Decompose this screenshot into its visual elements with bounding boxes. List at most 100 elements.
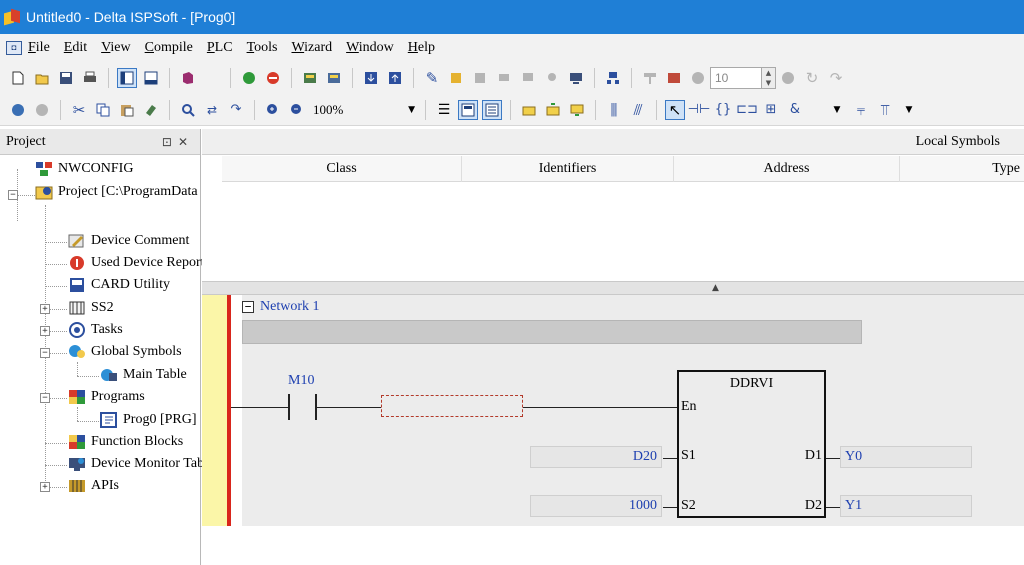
disabled-tool-6[interactable] bbox=[688, 68, 708, 88]
menu-plc[interactable]: PLC bbox=[207, 40, 233, 56]
function-block-button[interactable]: ⊞ bbox=[761, 100, 781, 120]
monitor-device-button[interactable] bbox=[566, 68, 586, 88]
tree-item-prog0[interactable]: Prog0 [PRG] bbox=[100, 410, 197, 430]
select-mode-button[interactable]: ↖ bbox=[665, 99, 685, 120]
compile-all-button[interactable] bbox=[324, 68, 344, 88]
system-menu-icon[interactable]: ◘ bbox=[6, 41, 22, 55]
chevron-up-icon[interactable]: ▲ bbox=[766, 69, 771, 77]
cut-button[interactable]: ✂ bbox=[69, 100, 89, 120]
operand-d2-field[interactable]: Y1 bbox=[840, 495, 972, 517]
disabled-tool-2[interactable] bbox=[494, 68, 514, 88]
apis-expand-toggle[interactable]: + bbox=[40, 482, 50, 492]
tree-item-ss2[interactable]: SS2 bbox=[68, 298, 114, 318]
zoom-select[interactable]: 100% ▼ bbox=[309, 99, 419, 121]
print-button[interactable] bbox=[80, 68, 100, 88]
operand-d1-field[interactable]: Y0 bbox=[840, 446, 972, 468]
forward-button[interactable] bbox=[32, 100, 52, 120]
scan-interval-field[interactable]: 10 bbox=[710, 67, 762, 89]
stop-plc-button[interactable] bbox=[263, 68, 283, 88]
online-mode-button[interactable]: ✎ bbox=[422, 68, 442, 88]
column-header-type[interactable]: Type bbox=[900, 156, 1024, 182]
insert-network-button[interactable] bbox=[519, 100, 539, 120]
project-collapse-toggle[interactable]: − bbox=[8, 190, 18, 200]
network-header[interactable]: − Network 1 bbox=[242, 297, 320, 317]
column-header-identifiers[interactable]: Identifiers bbox=[462, 156, 674, 182]
programs-collapse-toggle[interactable]: − bbox=[40, 393, 50, 403]
project-view-toggle[interactable] bbox=[117, 68, 137, 88]
tree-item-programs[interactable]: Programs bbox=[68, 387, 145, 407]
pin-icon[interactable]: ⊡ bbox=[162, 135, 178, 149]
ss2-expand-toggle[interactable]: + bbox=[40, 304, 50, 314]
disabled-tool-9[interactable]: ↷ bbox=[826, 68, 846, 88]
manual-button[interactable] bbox=[178, 68, 198, 88]
network-comment-field[interactable] bbox=[242, 320, 862, 344]
chevron-down-icon[interactable]: ▼ bbox=[766, 79, 771, 87]
network-button[interactable] bbox=[603, 68, 623, 88]
chevron-up-icon[interactable]: ▲ bbox=[712, 283, 719, 293]
new-file-button[interactable] bbox=[8, 68, 28, 88]
tree-item-used-device[interactable]: Used Device Report bbox=[68, 253, 205, 273]
merge-button[interactable]: ⫪ bbox=[875, 100, 895, 120]
menu-view[interactable]: View bbox=[101, 40, 131, 56]
back-button[interactable] bbox=[8, 100, 28, 120]
menu-compile[interactable]: Compile bbox=[145, 40, 193, 56]
insert-network-above-button[interactable] bbox=[543, 100, 563, 120]
compile-button[interactable] bbox=[300, 68, 320, 88]
tree-item-card-utility[interactable]: CARD Utility bbox=[68, 275, 170, 295]
ddrvi-instruction-block[interactable]: DDRVI En S1 S2 D1 D2 bbox=[677, 370, 826, 518]
paste-button[interactable] bbox=[117, 100, 137, 120]
menu-tools[interactable]: Tools bbox=[247, 40, 278, 56]
pane-splitter[interactable]: ▲ bbox=[202, 281, 1024, 295]
tree-item-apis[interactable]: APIs bbox=[68, 476, 119, 496]
tree-item-project[interactable]: Project [C:\ProgramData bbox=[35, 182, 198, 202]
contact-button[interactable]: ⊣⊢ bbox=[688, 100, 711, 120]
column-header-class[interactable]: Class bbox=[222, 156, 462, 182]
menu-window[interactable]: Window bbox=[346, 40, 394, 56]
upload-button[interactable] bbox=[385, 68, 405, 88]
run-plc-button[interactable] bbox=[239, 68, 259, 88]
symbol-display-toggle[interactable] bbox=[482, 99, 502, 120]
disabled-tool-3[interactable] bbox=[518, 68, 538, 88]
copy-button[interactable] bbox=[93, 100, 113, 120]
find-button[interactable] bbox=[178, 100, 198, 120]
tasks-expand-toggle[interactable]: + bbox=[40, 326, 50, 336]
tree-item-nwconfig[interactable]: NWCONFIG bbox=[35, 159, 133, 179]
menu-file[interactable]: File bbox=[28, 40, 50, 56]
disabled-tool-8[interactable]: ↻ bbox=[802, 68, 822, 88]
scan-interval-stepper[interactable]: ▲ ▼ bbox=[762, 67, 776, 89]
cursor-cell[interactable] bbox=[381, 395, 523, 417]
zoom-out-button[interactable] bbox=[287, 100, 307, 120]
tree-item-global-symbols[interactable]: Global Symbols bbox=[68, 342, 182, 362]
network-comment-button[interactable]: ☰ bbox=[434, 100, 454, 120]
open-file-button[interactable] bbox=[32, 68, 52, 88]
global-symbols-collapse-toggle[interactable]: − bbox=[40, 348, 50, 358]
disabled-tool-1[interactable] bbox=[470, 68, 490, 88]
operand-s1-field[interactable]: D20 bbox=[530, 446, 662, 468]
and-block-button[interactable]: & bbox=[785, 100, 805, 120]
tree-item-device-comment[interactable]: Device Comment bbox=[68, 231, 189, 251]
function-button[interactable]: ⊏⊐ bbox=[736, 100, 758, 120]
disabled-tool-4[interactable] bbox=[542, 68, 562, 88]
menu-wizard[interactable]: Wizard bbox=[291, 40, 332, 56]
menu-edit[interactable]: Edit bbox=[64, 40, 87, 56]
simulator-button[interactable] bbox=[664, 68, 684, 88]
device-comment-toggle[interactable] bbox=[458, 99, 478, 120]
output-view-toggle[interactable] bbox=[141, 68, 161, 88]
disabled-tool-7[interactable] bbox=[778, 68, 798, 88]
branch-button[interactable]: ⫧ bbox=[851, 100, 871, 120]
goto-button[interactable]: ↷ bbox=[226, 100, 246, 120]
tree-item-device-monitor[interactable]: Device Monitor Table bbox=[68, 454, 214, 474]
close-icon[interactable]: ✕ bbox=[178, 135, 194, 149]
menu-help[interactable]: Help bbox=[408, 40, 435, 56]
tree-item-tasks[interactable]: Tasks bbox=[68, 320, 123, 340]
save-button[interactable] bbox=[56, 68, 76, 88]
more-tools-dropdown[interactable]: ▼ bbox=[827, 100, 847, 120]
delete-line-button[interactable]: ⫻ bbox=[628, 100, 648, 120]
erase-button[interactable] bbox=[141, 100, 161, 120]
network-collapse-icon[interactable]: − bbox=[242, 301, 254, 313]
overflow-dropdown[interactable]: ▼ bbox=[899, 100, 919, 120]
column-header-address[interactable]: Address bbox=[674, 156, 900, 182]
operand-s2-field[interactable]: 1000 bbox=[530, 495, 662, 517]
vertical-line-button[interactable]: ⫼ bbox=[604, 100, 624, 120]
download-button[interactable] bbox=[361, 68, 381, 88]
